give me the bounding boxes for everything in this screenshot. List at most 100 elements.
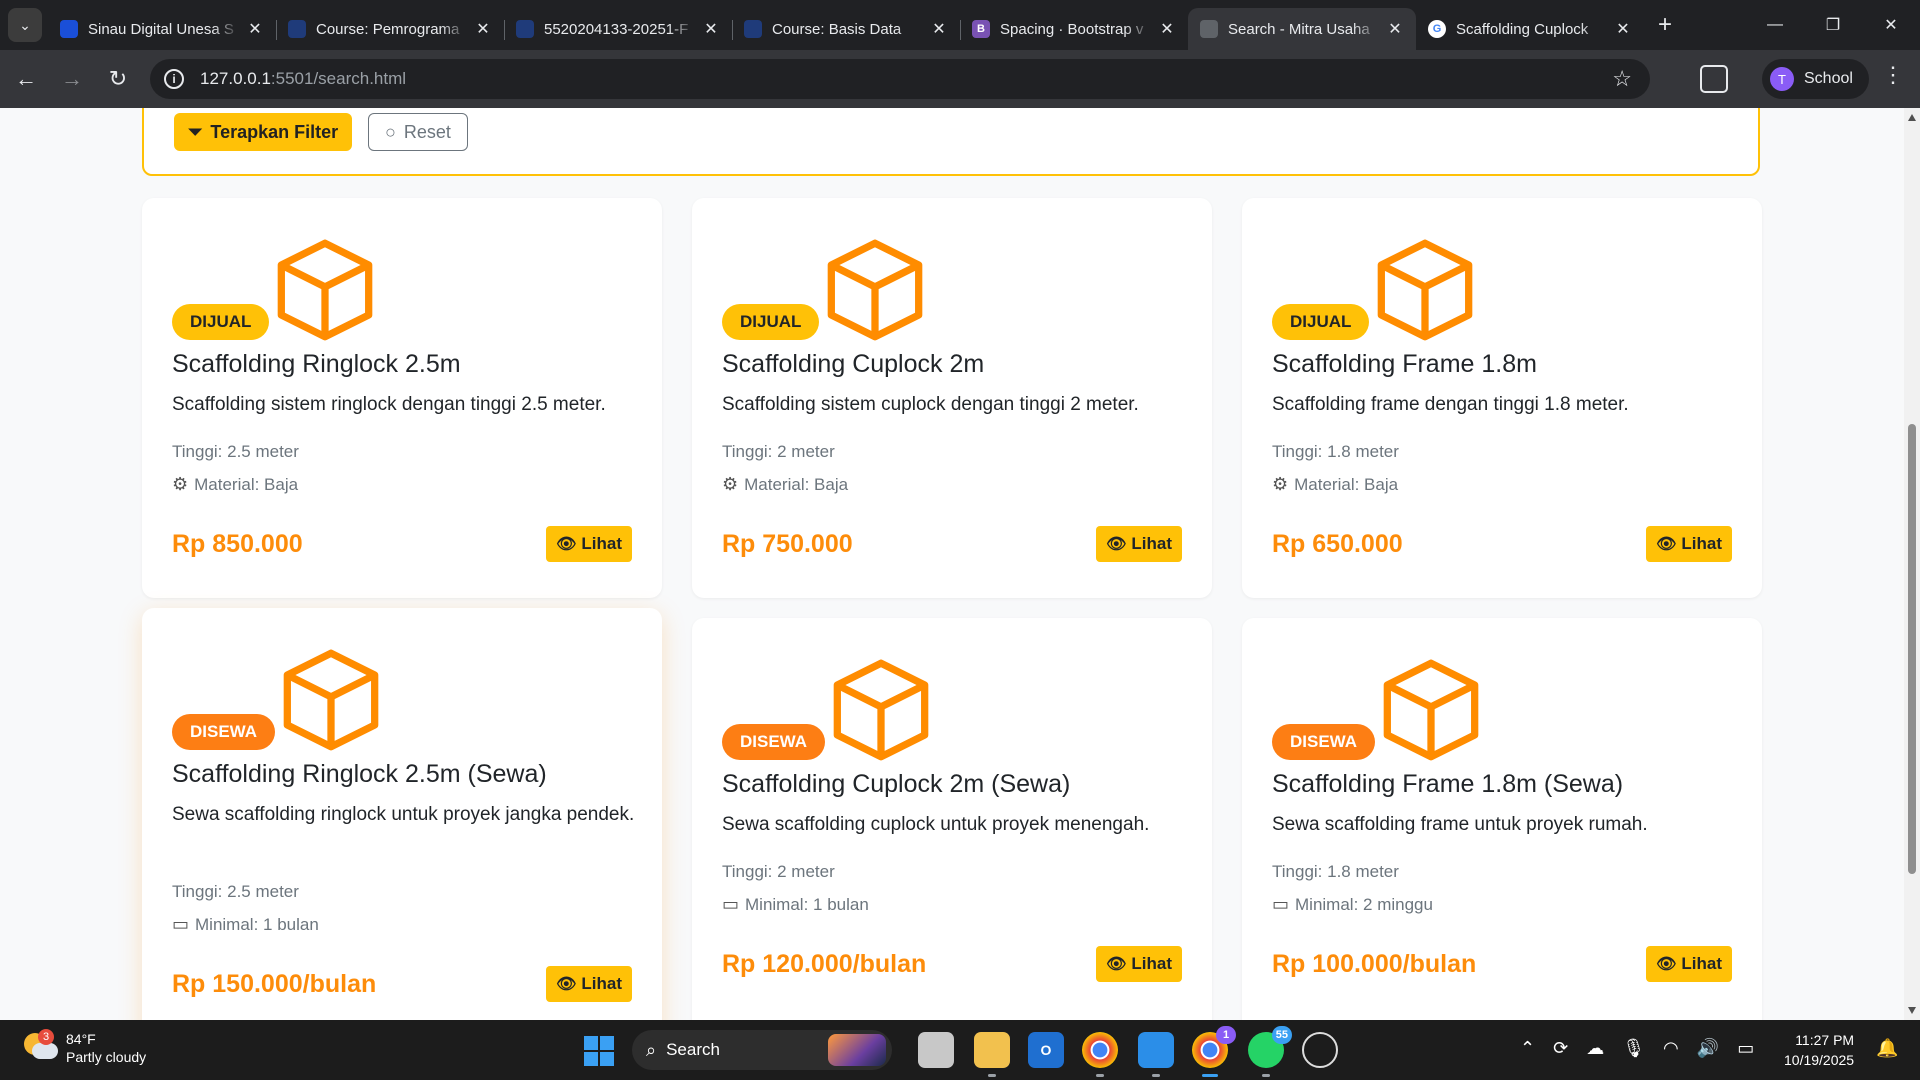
product-name: Scaffolding Cuplock 2m (Sewa) — [722, 770, 1071, 798]
chrome-icon[interactable] — [1082, 1032, 1118, 1077]
profile-button[interactable]: T School — [1762, 59, 1869, 99]
spec-detail-text: Minimal: 2 minggu — [1295, 894, 1433, 914]
browser-tab[interactable]: Search - Mitra Usaha ✕ — [1188, 8, 1416, 50]
spec-detail-text: Minimal: 1 bulan — [195, 914, 319, 934]
tab-close-icon[interactable]: ✕ — [246, 19, 264, 39]
tab-close-icon[interactable]: ✕ — [1386, 19, 1404, 39]
tab-close-icon[interactable]: ✕ — [1158, 19, 1176, 39]
view-button[interactable]: 👁 Lihat — [546, 966, 632, 1002]
tab-close-icon[interactable]: ✕ — [474, 19, 492, 39]
close-window-icon[interactable]: ✕ — [1862, 0, 1920, 50]
tab-search-button[interactable]: ⌄ — [8, 8, 42, 42]
weather-widget[interactable]: 3 84°F Partly cloudy — [24, 1029, 146, 1066]
windows-start-icon[interactable] — [584, 1036, 614, 1066]
scroll-down-icon[interactable] — [1908, 1007, 1916, 1014]
forward-icon[interactable]: → — [52, 59, 92, 99]
notification-bell-icon[interactable]: 🔔 — [1876, 1038, 1898, 1059]
spec-detail-text: Material: Baja — [744, 474, 849, 494]
product-price: Rp 120.000/bulan — [722, 950, 927, 978]
tab-close-icon[interactable]: ✕ — [702, 19, 720, 39]
back-icon[interactable]: ← — [6, 59, 46, 99]
browser-tab[interactable]: 5520204133-20251-F ✕ — [504, 8, 732, 50]
battery-icon[interactable]: ▭ — [1737, 1038, 1754, 1059]
product-card[interactable]: DIJUAL Scaffolding Cuplock 2m Scaffolding … — [692, 198, 1212, 598]
address-bar[interactable]: i 127.0.0.1:5501/search.html ☆ — [150, 59, 1650, 99]
whatsapp-icon[interactable]: 55 — [1248, 1026, 1292, 1077]
browser-tab[interactable]: Sinau Digital Unesa S ✕ — [48, 8, 276, 50]
clock-time: 11:27 PM — [1795, 1032, 1855, 1048]
url-path: :5501/search.html — [270, 69, 407, 88]
system-tray: ⌃ ⟳ ☁ 🎙 ◠ 🔊 ▭ — [1520, 1038, 1754, 1059]
browser-tab[interactable]: Course: Basis Data ✕ — [732, 8, 960, 50]
tab-close-icon[interactable]: ✕ — [1614, 19, 1632, 39]
spec-height: Tinggi: 2.5 meter — [172, 442, 299, 462]
minimize-icon[interactable]: — — [1746, 0, 1804, 50]
browser-menu-icon[interactable]: ⋮ — [1882, 62, 1904, 88]
product-card[interactable]: DIJUAL Scaffolding Frame 1.8m Scaffolding … — [1242, 198, 1762, 598]
eye-icon: 👁 — [1106, 536, 1127, 553]
taskbar-search-label: Search — [666, 1040, 720, 1059]
spec-detail-text: Material: Baja — [194, 474, 299, 494]
taskbar: 3 84°F Partly cloudy ⌕ Search O 1 55 ⌃ ⟳… — [0, 1020, 1920, 1080]
view-button-label: Lihat — [581, 534, 622, 553]
browser-tab[interactable]: Course: Pemrograma ✕ — [276, 8, 504, 50]
weather-temp: 84°F — [66, 1031, 96, 1047]
view-button[interactable]: 👁 Lihat — [1646, 526, 1732, 562]
partly-cloudy-icon: 3 — [24, 1029, 58, 1063]
product-card[interactable]: DIJUAL Scaffolding Ringlock 2.5m Scaffoldi… — [142, 198, 662, 598]
tab-title: Course: Basis Data — [772, 20, 902, 38]
whatsapp-badge: 55 — [1271, 1026, 1292, 1044]
view-button-label: Lihat — [1131, 954, 1172, 973]
site-info-icon[interactable]: i — [164, 69, 184, 89]
eye-icon: 👁 — [1106, 956, 1127, 973]
url-host: 127.0.0.1 — [200, 69, 271, 88]
apply-filter-button[interactable]: ⏷ Terapkan Filter — [174, 113, 353, 151]
product-name: Scaffolding Frame 1.8m (Sewa) — [1272, 770, 1624, 798]
browser-tab[interactable]: B Spacing · Bootstrap v ✕ — [960, 8, 1188, 50]
outlook-icon[interactable]: O — [1028, 1032, 1064, 1068]
product-card[interactable]: DISEWA Scaffolding Ringlock 2.5m (Sewa) Se… — [142, 608, 662, 1020]
vscode-icon[interactable] — [1138, 1032, 1174, 1077]
taskbar-search[interactable]: ⌕ Search — [632, 1030, 892, 1070]
clock[interactable]: 11:27 PM 10/19/2025 — [1784, 1030, 1854, 1070]
view-button[interactable]: 👁 Lihat — [1096, 946, 1182, 982]
product-name: Scaffolding Frame 1.8m — [1272, 350, 1537, 378]
box-icon — [823, 238, 927, 342]
product-card[interactable]: DISEWA Scaffolding Cuplock 2m (Sewa) Sewa … — [692, 618, 1212, 1020]
tab-favicon-icon — [60, 20, 78, 38]
scroll-thumb[interactable] — [1908, 424, 1916, 874]
microphone-icon[interactable]: 🎙 — [1622, 1038, 1645, 1059]
tab-close-icon[interactable]: ✕ — [930, 19, 948, 39]
new-tab-button[interactable]: + — [1658, 11, 1672, 39]
url-text: 127.0.0.1:5501/search.html — [200, 69, 406, 89]
extensions-icon[interactable] — [1700, 65, 1728, 93]
chevron-up-icon[interactable]: ⌃ — [1520, 1038, 1535, 1059]
spec-height-text: Tinggi: 1.8 meter — [1272, 442, 1399, 461]
box-icon — [1379, 658, 1483, 762]
spec-detail: ⚙ Material: Baja — [722, 474, 848, 495]
wifi-icon[interactable]: ◠ — [1663, 1038, 1679, 1059]
tab-title: 5520204133-20251-F — [544, 20, 689, 38]
task-view-icon[interactable] — [918, 1032, 954, 1068]
product-card[interactable]: DISEWA Scaffolding Frame 1.8m (Sewa) Sewa … — [1242, 618, 1762, 1020]
tab-favicon-icon: G — [1428, 20, 1446, 38]
sync-icon[interactable]: ⟳ — [1553, 1038, 1568, 1059]
reset-button[interactable]: ○ Reset — [368, 113, 468, 151]
eye-icon: 👁 — [1656, 536, 1677, 553]
volume-icon[interactable]: 🔊 — [1697, 1038, 1719, 1059]
onedrive-icon[interactable]: ☁ — [1586, 1038, 1604, 1059]
page-scrollbar[interactable] — [1904, 108, 1920, 1020]
chrome-profile-icon[interactable]: 1 — [1192, 1026, 1236, 1077]
card-header: DISEWA — [172, 648, 383, 752]
file-explorer-icon[interactable] — [974, 1032, 1010, 1077]
restore-icon[interactable]: ❐ — [1804, 0, 1862, 50]
reload-icon[interactable]: ↻ — [98, 59, 138, 99]
obs-icon[interactable] — [1302, 1032, 1338, 1068]
view-button[interactable]: 👁 Lihat — [546, 526, 632, 562]
view-button[interactable]: 👁 Lihat — [1096, 526, 1182, 562]
spec-height-text: Tinggi: 2 meter — [722, 862, 835, 881]
browser-tab[interactable]: G Scaffolding Cuplock ✕ — [1416, 8, 1644, 50]
bookmark-star-icon[interactable]: ☆ — [1612, 66, 1632, 92]
view-button[interactable]: 👁 Lihat — [1646, 946, 1732, 982]
scroll-up-icon[interactable] — [1908, 114, 1916, 121]
